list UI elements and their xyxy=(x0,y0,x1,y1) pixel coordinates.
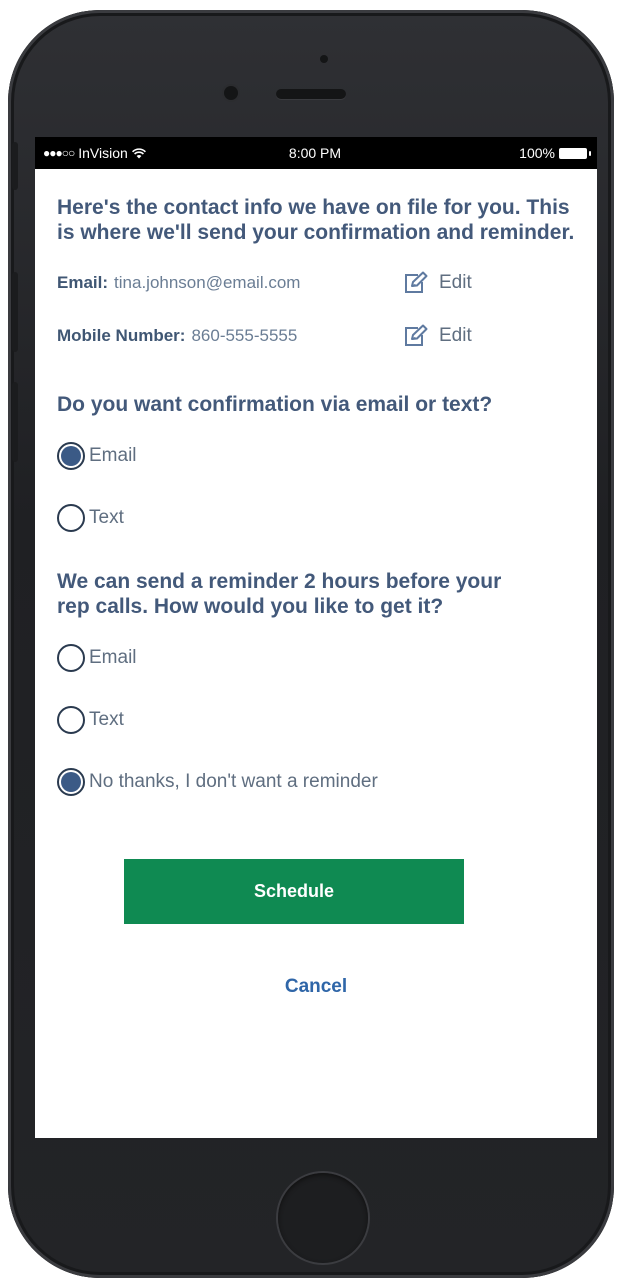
radio-button[interactable] xyxy=(57,644,85,672)
status-right: 100% xyxy=(437,145,591,161)
phone-screen: ●●●○○ InVision 8:00 PM 100% Here's the c… xyxy=(35,137,597,1138)
status-left: ●●●○○ InVision xyxy=(43,145,193,161)
wifi-icon xyxy=(131,147,146,159)
pencil-square-icon xyxy=(403,271,429,295)
reminder-option-label: No thanks, I don't want a reminder xyxy=(89,771,378,792)
reminder-option-text[interactable]: Text xyxy=(57,703,575,737)
volume-down-button xyxy=(12,382,18,462)
earpiece-speaker xyxy=(276,89,346,99)
volume-up-button xyxy=(12,272,18,352)
battery-icon xyxy=(558,147,591,159)
email-info: Email: tina.johnson@email.com xyxy=(57,273,403,293)
front-camera-icon xyxy=(224,86,238,100)
schedule-button[interactable]: Schedule xyxy=(124,859,464,924)
email-label: Email: xyxy=(57,273,109,292)
email-value: tina.johnson@email.com xyxy=(114,273,301,292)
email-row: Email: tina.johnson@email.com Edit xyxy=(57,267,575,299)
confirmation-option-email[interactable]: Email xyxy=(57,439,575,473)
cancel-link[interactable]: Cancel xyxy=(35,976,597,998)
home-button[interactable] xyxy=(278,1173,368,1263)
confirmation-option-label: Text xyxy=(89,507,124,528)
reminder-question: We can send a reminder 2 hours before yo… xyxy=(57,570,502,618)
confirmation-option-label: Email xyxy=(89,445,137,466)
mute-switch xyxy=(12,142,18,190)
edit-email-button[interactable]: Edit xyxy=(403,271,472,295)
radio-button[interactable] xyxy=(57,504,85,532)
status-time: 8:00 PM xyxy=(288,145,342,161)
status-bar: ●●●○○ InVision 8:00 PM 100% xyxy=(35,137,597,169)
carrier-name: InVision xyxy=(78,145,128,161)
signal-strength-icon: ●●●○○ xyxy=(43,146,75,160)
radio-button-checked[interactable] xyxy=(57,442,85,470)
reminder-option-label: Text xyxy=(89,709,124,730)
edit-mobile-label: Edit xyxy=(439,325,472,346)
battery-percentage: 100% xyxy=(519,145,555,161)
edit-mobile-button[interactable]: Edit xyxy=(403,324,472,348)
reminder-option-email[interactable]: Email xyxy=(57,641,575,675)
mobile-row: Mobile Number: 860-555-5555 Edit xyxy=(57,320,575,352)
radio-button-checked[interactable] xyxy=(57,768,85,796)
confirmation-question: Do you want confirmation via email or te… xyxy=(57,393,493,416)
edit-email-label: Edit xyxy=(439,272,472,293)
reminder-option-label: Email xyxy=(89,647,137,668)
pencil-square-icon xyxy=(403,324,429,348)
mobile-value: 860-555-5555 xyxy=(191,326,298,345)
mobile-label: Mobile Number: xyxy=(57,326,186,345)
mobile-info: Mobile Number: 860-555-5555 xyxy=(57,326,403,346)
form-content: Here's the contact info we have on file … xyxy=(35,195,597,998)
confirmation-option-text[interactable]: Text xyxy=(57,501,575,535)
contact-intro-text: Here's the contact info we have on file … xyxy=(57,196,575,244)
radio-button[interactable] xyxy=(57,706,85,734)
proximity-sensor xyxy=(320,55,328,63)
device-stage: ●●●○○ InVision 8:00 PM 100% Here's the c… xyxy=(0,0,622,1283)
reminder-option-none[interactable]: No thanks, I don't want a reminder xyxy=(57,765,575,799)
